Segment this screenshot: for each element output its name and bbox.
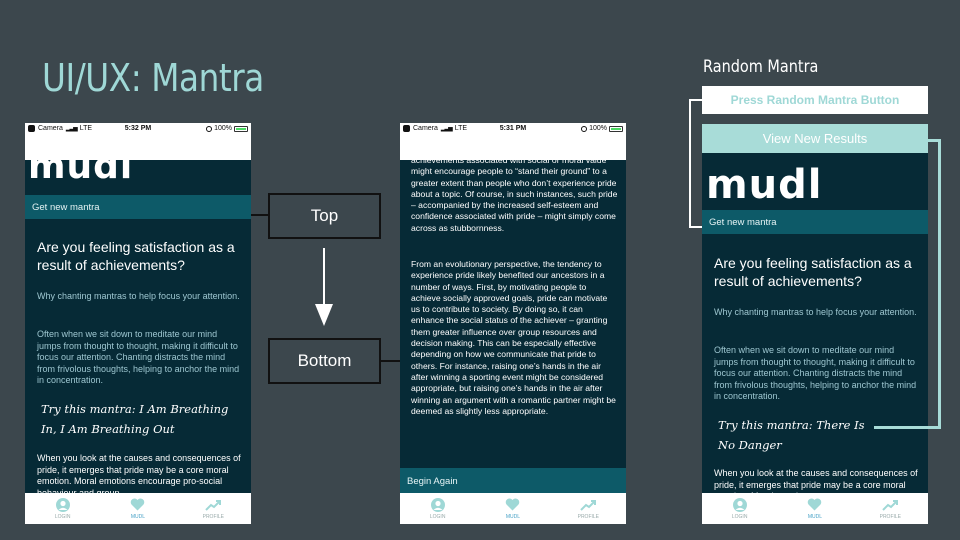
tab-login[interactable]: LOGIN [33, 497, 93, 520]
often-text: Often when we sit down to meditate our m… [714, 345, 917, 401]
tab-mudl-label: MUDL [505, 513, 521, 520]
tab-profile-label: PROFILE [879, 513, 902, 520]
mantra-text: Try this mantra: There Is No Danger [718, 418, 865, 452]
bottom-connector [381, 360, 400, 362]
phone-screen-bottom: Camera ▂▃▅ LTE 5:31 PM 100% achievements a… [400, 123, 626, 524]
tab-profile-label: PROFILE [577, 513, 600, 520]
trend-icon [205, 498, 222, 512]
battery-icon [234, 125, 248, 132]
left-bracket [689, 99, 702, 228]
tab-profile[interactable]: PROFILE [558, 498, 618, 520]
heart-icon [807, 498, 823, 512]
slide-title: UI/UX: Mantra [42, 56, 264, 100]
heart-icon [505, 498, 521, 512]
user-icon [430, 497, 446, 512]
trend-icon [882, 498, 899, 512]
tab-login-label: LOGIN [54, 513, 71, 520]
battery-icon [609, 125, 623, 132]
mantra-question: Are you feeling satisfaction as a result… [714, 255, 912, 289]
tab-mudl[interactable]: MUDL [483, 498, 543, 520]
user-icon [55, 497, 71, 512]
phone-screen-top: Camera ▂▃▅ LTE 5:32 PM 100% mudl Get new m… [25, 123, 251, 524]
trend-icon [580, 498, 597, 512]
random-mantra-title: Random Mantra [703, 57, 819, 77]
mantra-question: Are you feeling satisfaction as a result… [37, 239, 235, 273]
logo-text: mudl [706, 162, 823, 208]
tab-profile[interactable]: PROFILE [860, 498, 920, 520]
mudl-logo: mudl [706, 161, 823, 209]
tab-bar: LOGIN MUDL PROFILE [400, 493, 626, 524]
right-bracket [928, 139, 941, 429]
get-new-mantra-button[interactable]: Get new mantra [25, 195, 251, 219]
view-new-results-button[interactable]: View New Results [702, 124, 928, 153]
user-icon [732, 497, 748, 512]
begin-again-button[interactable]: Begin Again [400, 468, 626, 494]
tab-mudl[interactable]: MUDL [108, 498, 168, 520]
down-arrow-shaft [323, 248, 325, 306]
top-connector [251, 214, 268, 216]
tab-profile-label: PROFILE [202, 513, 225, 520]
right-bracket-tail [874, 426, 930, 429]
tab-mudl-label: MUDL [807, 513, 823, 520]
tab-login[interactable]: LOGIN [710, 497, 770, 520]
header-gap [25, 136, 251, 160]
why-text: Why chanting mantras to help focus your … [714, 307, 917, 317]
article-text-1: achievements associated with social or m… [411, 155, 618, 233]
battery-label: 100% [214, 125, 232, 132]
why-text: Why chanting mantras to help focus your … [37, 291, 240, 301]
phone-screen-random: mudl Get new mantra Are you feeling sati… [702, 153, 928, 524]
tab-login-label: LOGIN [731, 513, 748, 520]
tab-profile[interactable]: PROFILE [183, 498, 243, 520]
get-new-mantra-button[interactable]: Get new mantra [702, 210, 928, 234]
alarm-icon [581, 125, 588, 132]
status-bar: Camera ▂▃▅ LTE 5:31 PM 100% [400, 123, 626, 136]
top-label: Top [268, 193, 381, 239]
tab-bar: LOGIN MUDL PROFILE [25, 493, 251, 524]
battery-label: 100% [589, 125, 607, 132]
press-random-mantra-button[interactable]: Press Random Mantra Button [702, 86, 928, 114]
bottom-label: Bottom [268, 338, 381, 384]
tab-mudl[interactable]: MUDL [785, 498, 845, 520]
article-text-2: From an evolutionary perspective, the te… [411, 259, 616, 416]
status-bar: Camera ▂▃▅ LTE 5:32 PM 100% [25, 123, 251, 136]
down-arrow-icon [315, 304, 333, 326]
often-text: Often when we sit down to meditate our m… [37, 329, 240, 385]
tab-bar: LOGIN MUDL PROFILE [702, 493, 928, 524]
mantra-text: Try this mantra: I Am Breathing In, I Am… [41, 402, 229, 436]
heart-icon [130, 498, 146, 512]
tab-mudl-label: MUDL [130, 513, 146, 520]
tab-login-label: LOGIN [429, 513, 446, 520]
tab-login[interactable]: LOGIN [408, 497, 468, 520]
alarm-icon [206, 125, 213, 132]
